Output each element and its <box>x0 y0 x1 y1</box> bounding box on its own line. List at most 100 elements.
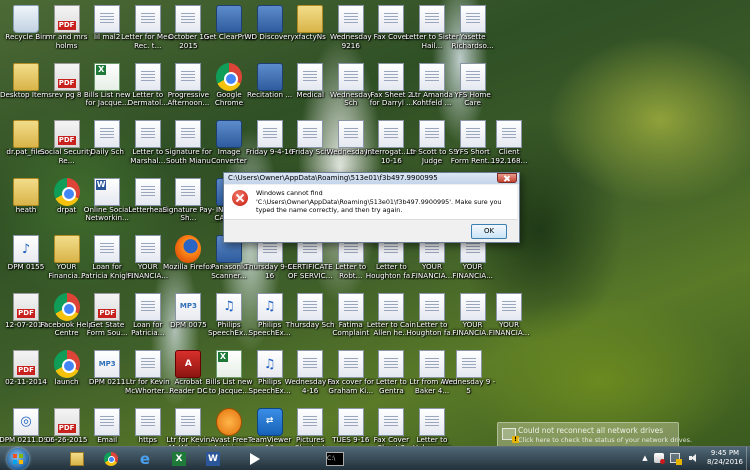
document-icon <box>134 62 161 91</box>
folder-icon <box>13 177 39 206</box>
dialog-close-button[interactable] <box>497 173 517 183</box>
document-icon <box>297 407 324 436</box>
document-icon <box>175 120 202 148</box>
document-icon <box>297 350 324 378</box>
folder-icon <box>297 5 324 33</box>
taskbar-cmd-button[interactable]: C:\ <box>320 449 350 468</box>
cmd-window-icon: C:\ <box>326 451 344 466</box>
pdf-icon <box>13 350 39 378</box>
dialog-title: C:\Users\Owner\AppData\Roaming\513e01\f3… <box>224 173 519 184</box>
document-icon <box>134 407 161 436</box>
folder-icon <box>13 120 39 148</box>
start-button[interactable] <box>7 448 29 470</box>
dialog-message: Windows cannot find 'C:\Users\Owner\AppD… <box>256 189 502 214</box>
chrome-icon <box>104 451 118 466</box>
taskbar-explorer-button[interactable] <box>62 449 92 468</box>
document-icon <box>175 62 202 91</box>
network-drives-notification[interactable]: Could not reconnect all network drives C… <box>497 422 692 448</box>
pdf-icon <box>53 407 80 436</box>
recycle-bin-icon <box>13 5 39 33</box>
spreadsheet-icon <box>94 62 121 91</box>
audio-file-icon: ♪ <box>13 235 39 263</box>
document-icon <box>337 5 364 33</box>
application-icon <box>256 5 283 33</box>
application-icon <box>216 5 242 33</box>
audio-file-icon: ◎ <box>13 407 39 436</box>
document-icon <box>419 292 445 321</box>
desktop-icon-label: Client 192.168... <box>490 148 528 165</box>
ok-button[interactable]: OK <box>471 224 507 239</box>
document-icon <box>337 120 364 148</box>
taskbar-word-button[interactable]: W <box>198 449 228 468</box>
document-icon <box>94 235 121 263</box>
desktop-icon[interactable]: Wednesday 9 - 5 <box>442 348 495 408</box>
document-icon <box>459 62 486 91</box>
document-icon <box>337 62 364 91</box>
network-warning-icon[interactable] <box>670 453 682 465</box>
taskbar-excel-button[interactable]: X <box>164 449 194 468</box>
document-icon <box>378 5 405 33</box>
chrome-icon <box>53 350 80 378</box>
document-icon <box>94 5 121 33</box>
application-icon <box>256 62 283 91</box>
desktop-icon-label: Wednesday 9 - 5 <box>441 378 496 395</box>
document-icon <box>378 120 405 148</box>
document-icon <box>134 292 161 321</box>
action-center-flag-icon[interactable] <box>654 453 665 464</box>
document-icon <box>175 407 202 436</box>
show-desktop-button[interactable] <box>746 447 750 470</box>
document-icon <box>455 350 482 378</box>
desktop-icon[interactable]: YFS Home Care <box>451 61 495 121</box>
pdf-icon <box>94 292 121 321</box>
desktop-icon[interactable]: Client 192.168... <box>487 118 531 178</box>
volume-icon[interactable] <box>688 453 698 463</box>
desktop-icon-label: YOUR FINANCIA... <box>488 320 530 337</box>
document-icon <box>134 350 161 378</box>
word-icon: W <box>206 451 220 466</box>
taskbar-media-player-button[interactable] <box>240 449 270 468</box>
desktop-icon[interactable]: Letter to Helmsman <box>410 406 454 446</box>
document-icon <box>94 120 121 148</box>
document-icon <box>94 407 121 436</box>
document-icon <box>419 407 445 436</box>
document-icon <box>496 120 523 148</box>
internet-explorer-icon: e <box>139 449 151 468</box>
system-tray: ▲ <box>640 449 706 468</box>
document-icon <box>175 177 202 206</box>
desktop-icon-label: YFS Home Care <box>454 90 491 107</box>
document-icon <box>134 177 161 206</box>
document-icon <box>378 350 405 378</box>
chrome-icon <box>53 292 80 321</box>
desktop-icon[interactable]: Yasette Richardso... <box>451 3 495 63</box>
document-icon <box>337 407 364 436</box>
network-drive-warning-icon <box>502 428 519 443</box>
chrome-icon <box>53 177 80 206</box>
document-icon <box>378 292 405 321</box>
folder-icon <box>53 235 80 263</box>
audio-file-icon: MP3 <box>94 350 121 378</box>
document-icon <box>134 5 161 33</box>
document-icon <box>378 62 405 91</box>
teamviewer-icon: ⇄ <box>256 407 283 436</box>
application-icon <box>216 120 242 148</box>
desktop-icon[interactable]: YOUR FINANCIA... <box>487 291 531 351</box>
desktop-icon-label: YOUR FINANCIA... <box>452 263 493 280</box>
document-icon <box>297 292 324 321</box>
taskbar-chrome-button[interactable] <box>96 449 126 468</box>
document-icon <box>297 62 324 91</box>
clock-time: 9:45 PM <box>710 449 740 457</box>
document-icon <box>419 62 445 91</box>
audio-file-icon: ♫ <box>256 350 283 378</box>
spreadsheet-icon <box>216 350 242 378</box>
document-icon <box>297 120 324 148</box>
document-icon <box>459 120 486 148</box>
clock[interactable]: 9:45 PM 8/24/2016 <box>705 449 745 468</box>
taskbar-ie-button[interactable]: e <box>130 449 160 468</box>
excel-icon: X <box>172 451 186 466</box>
taskbar: e X W C:\ ▲ 9:45 PM 8/24/2016 <box>0 446 750 470</box>
document-icon <box>134 235 161 263</box>
document-icon <box>256 120 283 148</box>
show-hidden-icons-button[interactable]: ▲ <box>640 453 650 463</box>
document-icon <box>175 5 202 33</box>
document-icon <box>378 407 405 436</box>
